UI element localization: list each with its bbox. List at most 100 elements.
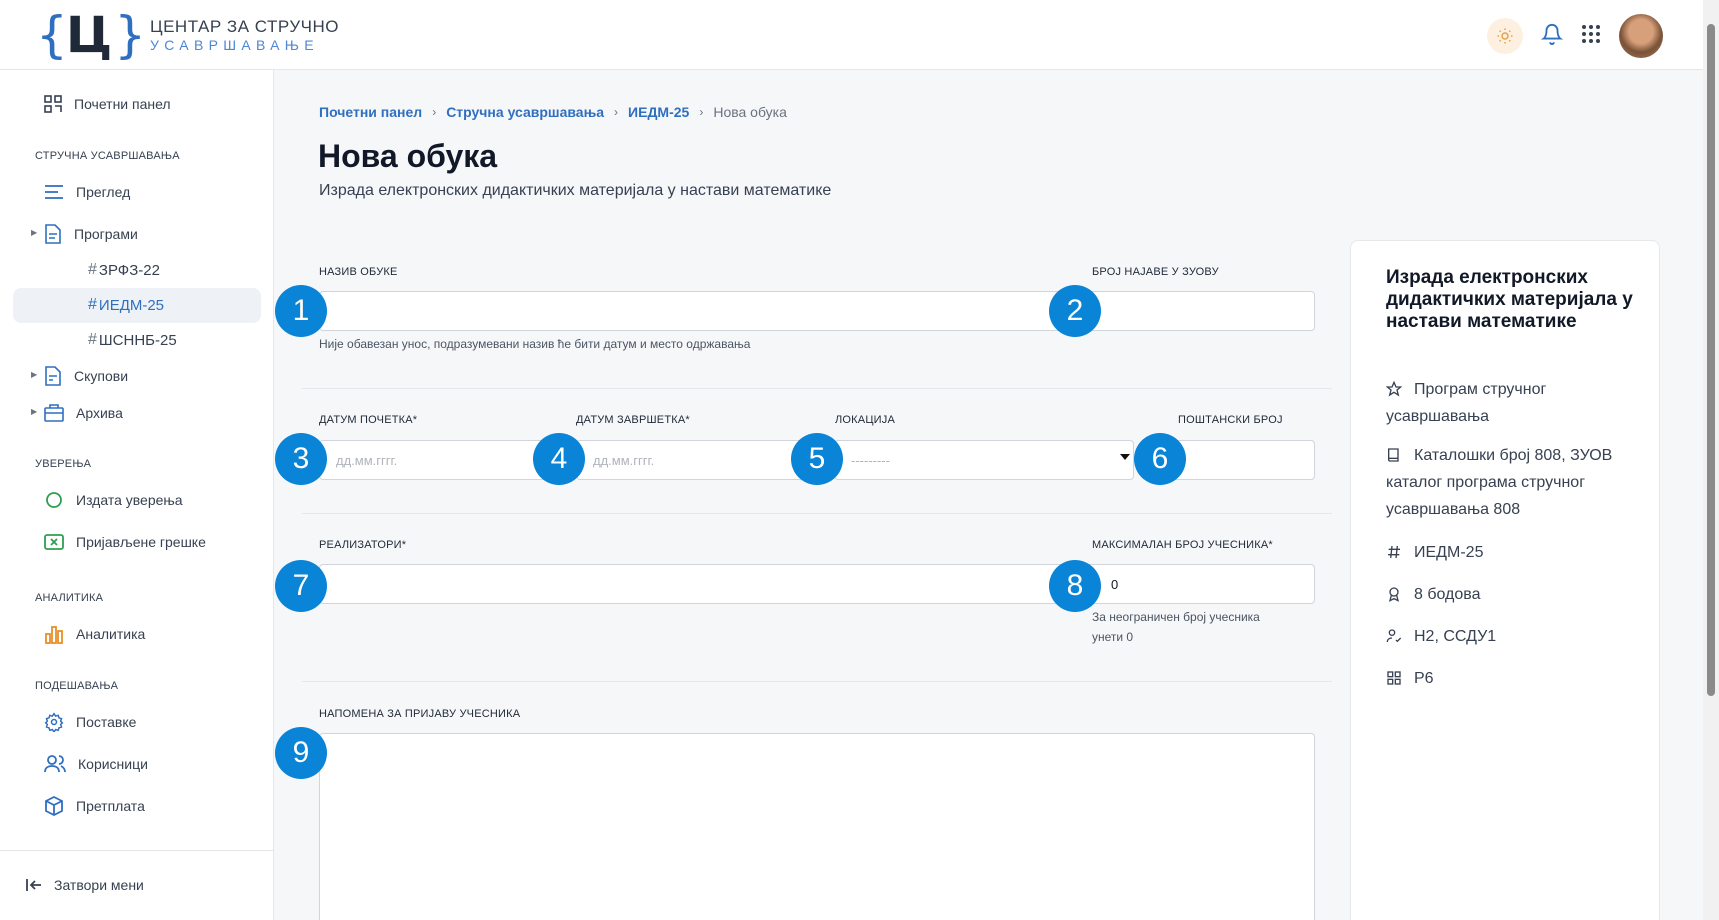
sidebar-item-overview[interactable]: Преглед [44,180,130,204]
notifications-bell-icon[interactable] [1540,23,1564,50]
theme-toggle-sun-icon[interactable] [1487,18,1523,54]
user-check-icon [1386,629,1402,643]
organizers-label: РЕАЛИЗАТОРИ* [319,539,407,551]
book-icon [1388,448,1399,462]
chevron-right-icon: › [614,105,619,119]
participant-note-textarea[interactable] [319,733,1315,920]
max-hint: За неограничен број учесника унети 0 [1092,610,1260,644]
program-info-card: Израда електронских дидактичких материја… [1350,240,1660,920]
dashboard-icon [44,95,62,113]
sidebar-item-analytics[interactable]: Аналитика [44,622,145,646]
top-header: {Ц} ЦЕНТАР ЗА СТРУЧНО УСАВРШАВАЊЕ [0,0,1703,70]
sidebar-item-subscription[interactable]: Претплата [44,794,145,818]
hash-icon [1388,545,1400,559]
sidebar-item-issued-certificates[interactable]: Издата уверења [44,488,183,512]
caret-right-icon[interactable]: ▶ [31,228,37,237]
logo-line-1: ЦЕНТАР ЗА СТРУЧНО [150,17,339,36]
logo[interactable]: {Ц} ЦЕНТАР ЗА СТРУЧНО УСАВРШАВАЊЕ [36,8,339,62]
document-icon [45,224,61,244]
archive-icon [44,404,64,422]
sidebar-item-dashboard[interactable]: Почетни панел [44,92,171,116]
start-date-label: ДАТУМ ПОЧЕТКА* [319,414,418,426]
caret-right-icon[interactable]: ▶ [31,407,37,416]
max-participants-input[interactable]: 0 [1078,564,1315,604]
announce-number-input[interactable] [1078,291,1315,331]
note-label: НАПОМЕНА ЗА ПРИЈАВУ УЧЕСНИКА [319,708,521,720]
annotation-badge: 2 [1049,285,1101,337]
start-date-input[interactable] [319,440,559,480]
breadcrumb-current: Нова обука [713,104,787,120]
caret-right-icon[interactable]: ▶ [31,370,37,379]
annotation-badge: 7 [275,560,327,612]
gear-icon [44,712,64,732]
annotation-badge: 4 [533,433,585,485]
chevron-right-icon: › [699,105,704,119]
close-menu-button[interactable]: Затвори мени [26,873,144,897]
breadcrumb-link[interactable]: Почетни панел [319,104,422,120]
scrollbar-thumb[interactable] [1707,24,1715,696]
max-participants-label: МАКСИМАЛАН БРОЈ УЧЕСНИКА* [1092,539,1273,551]
award-icon [1389,587,1399,602]
end-date-input[interactable] [576,440,816,480]
section-settings: ПОДЕШАВАЊА [35,680,119,692]
breadcrumb: Почетни панел › Стручна усавршавања › ИЕ… [319,104,787,120]
name-hint: Није обавезан унос, подразумевани назив … [319,337,751,351]
divider [302,681,1332,682]
name-label: НАЗИВ ОБУКЕ [319,266,398,278]
annotation-badge: 9 [275,727,327,779]
annotation-badge: 5 [791,433,843,485]
sidebar-item-archive[interactable]: Архива [44,401,123,425]
sidebar-sub-item[interactable]: # ЗРФЗ-22 [88,258,160,282]
postal-label: ПОШТАНСКИ БРОЈ [1178,414,1283,426]
sidebar-item-users[interactable]: Корисници [44,752,148,776]
breadcrumb-link[interactable]: Стручна усавршавања [446,104,604,120]
apps-grid-icon[interactable] [1581,24,1601,49]
page-title: Нова обука [318,138,498,174]
divider [302,388,1332,389]
location-label: ЛОКАЦИЈА [835,414,895,426]
annotation-badge: 8 [1049,560,1101,612]
section-training: СТРУЧНА УСАВРШАВАЊА [35,150,180,162]
end-date-label: ДАТУМ ЗАВРШЕТКА* [576,414,690,426]
organizers-input[interactable] [319,564,1067,604]
sidebar-item-gatherings[interactable]: Скупови [44,364,128,388]
annotation-badge: 1 [275,285,327,337]
section-analytics: АНАЛИТИКА [35,592,104,604]
card-code: ИЕДМ-25 [1386,539,1646,566]
sidebar-footer: Затвори мени [0,850,274,920]
seal-icon [46,492,62,508]
bar-chart-icon [45,626,63,644]
cube-icon [45,796,63,816]
section-certificates: УВЕРЕЊА [35,458,92,470]
divider [302,513,1332,514]
collapse-left-icon [26,879,41,891]
sidebar-sub-item-active[interactable]: # ИЕДМ-25 [88,293,164,317]
dropdown-arrow-icon[interactable] [1120,454,1130,460]
sidebar: Почетни панел СТРУЧНА УСАВРШАВАЊА Прегле… [0,70,274,920]
training-name-input[interactable] [319,291,1067,331]
announce-label: БРОЈ НАЈАВЕ У ЗУОВУ [1092,266,1219,278]
chevron-right-icon: › [432,105,437,119]
logo-line-2: УСАВРШАВАЊЕ [150,37,319,53]
sidebar-item-reported-errors[interactable]: Пријављене грешке [44,530,206,554]
error-ticket-icon [44,534,64,550]
list-icon [45,185,63,199]
annotation-badge: 3 [275,433,327,485]
card-catalog: Каталошки број 808, ЗУОВ каталог програм… [1386,447,1613,518]
page-scrollbar[interactable] [1703,0,1719,920]
sidebar-item-programs[interactable]: Програми [44,222,138,246]
sidebar-item-settings[interactable]: Поставке [44,710,136,734]
location-select[interactable]: --------- [834,440,1134,480]
file-edit-icon [45,366,61,386]
breadcrumb-link[interactable]: ИЕДМ-25 [628,104,689,120]
logo-mark: {Ц} [36,6,146,64]
card-points: 8 бодова [1386,581,1646,608]
grid-icon [1387,671,1401,685]
annotation-badge: 6 [1134,433,1186,485]
sidebar-sub-item[interactable]: # ШСННБ-25 [88,328,177,352]
card-title: Израда електронских дидактичких материја… [1386,267,1633,332]
card-priority: Р6 [1386,665,1646,692]
card-program-type: Програм стручног усавршавања [1386,381,1547,425]
card-competencies: Н2, ССДУ1 [1386,623,1646,650]
user-avatar[interactable] [1619,14,1663,58]
